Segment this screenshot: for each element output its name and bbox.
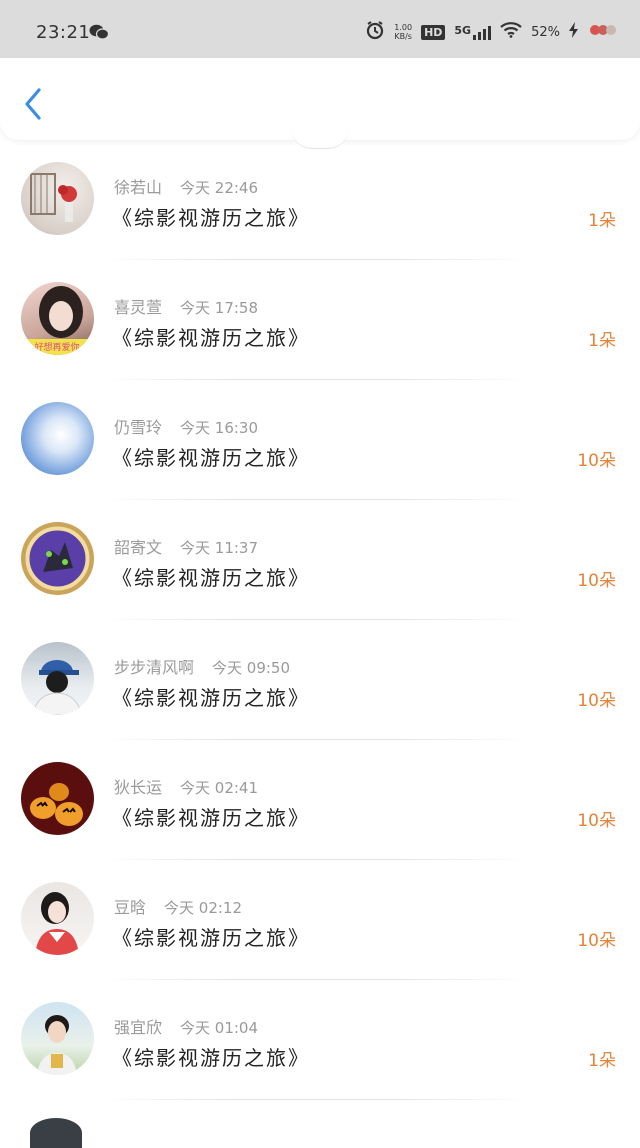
divider bbox=[100, 1099, 530, 1100]
book-title: 《综影视游历之旅》 bbox=[112, 446, 310, 470]
item-meta: 仍雪玲 今天 16:30 bbox=[114, 414, 258, 438]
book-title: 《综影视游历之旅》 bbox=[112, 926, 310, 950]
avatar[interactable] bbox=[21, 402, 94, 475]
charging-icon bbox=[569, 22, 579, 42]
signal-icon: 5G bbox=[454, 24, 492, 40]
book-title: 《综影视游历之旅》 bbox=[112, 566, 310, 590]
avatar[interactable] bbox=[21, 882, 94, 955]
avatar[interactable] bbox=[21, 762, 94, 835]
item-time: 今天 16:30 bbox=[180, 419, 259, 437]
flower-count: 10朵 bbox=[577, 571, 616, 591]
status-time: 23:21 bbox=[36, 22, 91, 43]
list-item[interactable]: 豆晗 今天 02:12 《综影视游历之旅》 10朵 bbox=[0, 860, 640, 980]
list-item[interactable]: 好想再爱你 喜灵萱 今天 17:58 《综影视游历之旅》 1朵 bbox=[0, 260, 640, 380]
battery-percent: 52% bbox=[531, 24, 560, 40]
user-name: 步步清风啊 bbox=[114, 658, 195, 677]
user-name: 豆晗 bbox=[114, 898, 147, 917]
status-icons: 1.00 KB/s HD 5G 52% bbox=[365, 16, 618, 48]
wifi-icon bbox=[500, 22, 522, 42]
avatar[interactable] bbox=[21, 522, 94, 595]
flower-count: 1朵 bbox=[588, 331, 616, 351]
flower-count: 10朵 bbox=[577, 451, 616, 471]
flower-count: 10朵 bbox=[577, 691, 616, 711]
avatar[interactable] bbox=[21, 162, 94, 235]
item-time: 今天 17:58 bbox=[180, 299, 259, 317]
item-time: 今天 02:41 bbox=[180, 779, 259, 797]
user-name: 强宜欣 bbox=[114, 1018, 163, 1037]
user-name: 仍雪玲 bbox=[114, 418, 163, 437]
list-item[interactable]: 狄长运 今天 02:41 《综影视游历之旅》 10朵 bbox=[0, 740, 640, 860]
book-title: 《综影视游历之旅》 bbox=[112, 326, 310, 350]
user-name: 狄长运 bbox=[114, 778, 163, 797]
wechat-icon bbox=[89, 24, 110, 44]
item-time: 今天 22:46 bbox=[180, 179, 259, 197]
list-item[interactable]: 强宜欣 今天 01:04 《综影视游历之旅》 1朵 bbox=[0, 980, 640, 1100]
book-title: 《综影视游历之旅》 bbox=[112, 806, 310, 830]
item-meta: 豆晗 今天 02:12 bbox=[114, 894, 242, 918]
list-item[interactable]: 仍雪玲 今天 16:30 《综影视游历之旅》 10朵 bbox=[0, 380, 640, 500]
notification-dots-icon bbox=[588, 23, 618, 41]
book-title: 《综影视游历之旅》 bbox=[112, 1046, 310, 1070]
item-time: 今天 01:04 bbox=[180, 1019, 259, 1037]
list-item[interactable]: 韶寄文 今天 11:37 《综影视游历之旅》 10朵 bbox=[0, 500, 640, 620]
avatar[interactable] bbox=[21, 1002, 94, 1075]
flower-count: 1朵 bbox=[588, 211, 616, 231]
avatar-caption: 好想再爱你 bbox=[34, 341, 79, 353]
book-title: 《综影视游历之旅》 bbox=[112, 686, 310, 710]
list-item[interactable]: 步步清风啊 今天 09:50 《综影视游历之旅》 10朵 bbox=[0, 620, 640, 740]
flower-count: 1朵 bbox=[588, 1051, 616, 1071]
item-meta: 强宜欣 今天 01:04 bbox=[114, 1014, 258, 1038]
flower-count: 10朵 bbox=[577, 811, 616, 831]
network-speed: 1.00 KB/s bbox=[394, 23, 413, 41]
hd-badge: HD bbox=[421, 24, 446, 40]
item-meta: 韶寄文 今天 11:37 bbox=[114, 534, 258, 558]
item-time: 今天 09:50 bbox=[212, 659, 291, 677]
list-item[interactable]: 徐若山 今天 22:46 《综影视游历之旅》 1朵 bbox=[0, 140, 640, 260]
item-time: 今天 02:12 bbox=[164, 899, 243, 917]
item-time: 今天 11:37 bbox=[180, 539, 259, 557]
item-meta: 徐若山 今天 22:46 bbox=[114, 174, 258, 198]
back-button[interactable] bbox=[22, 86, 44, 126]
avatar[interactable] bbox=[21, 642, 94, 715]
item-meta: 步步清风啊 今天 09:50 bbox=[114, 654, 290, 678]
alarm-icon bbox=[365, 20, 385, 44]
user-name: 韶寄文 bbox=[114, 538, 163, 557]
flower-list: 徐若山 今天 22:46 《综影视游历之旅》 1朵 好想再爱你 喜灵萱 今天 17:… bbox=[0, 140, 640, 1100]
user-name: 喜灵萱 bbox=[114, 298, 163, 317]
status-bar: 23:21 1.00 KB/s HD 5G 52% bbox=[0, 0, 640, 62]
user-name: 徐若山 bbox=[114, 178, 163, 197]
book-title: 《综影视游历之旅》 bbox=[112, 206, 310, 230]
item-meta: 狄长运 今天 02:41 bbox=[114, 774, 258, 798]
flower-count: 10朵 bbox=[577, 931, 616, 951]
item-meta: 喜灵萱 今天 17:58 bbox=[114, 294, 258, 318]
avatar[interactable]: 好想再爱你 bbox=[21, 282, 94, 355]
avatar[interactable] bbox=[30, 1118, 82, 1148]
